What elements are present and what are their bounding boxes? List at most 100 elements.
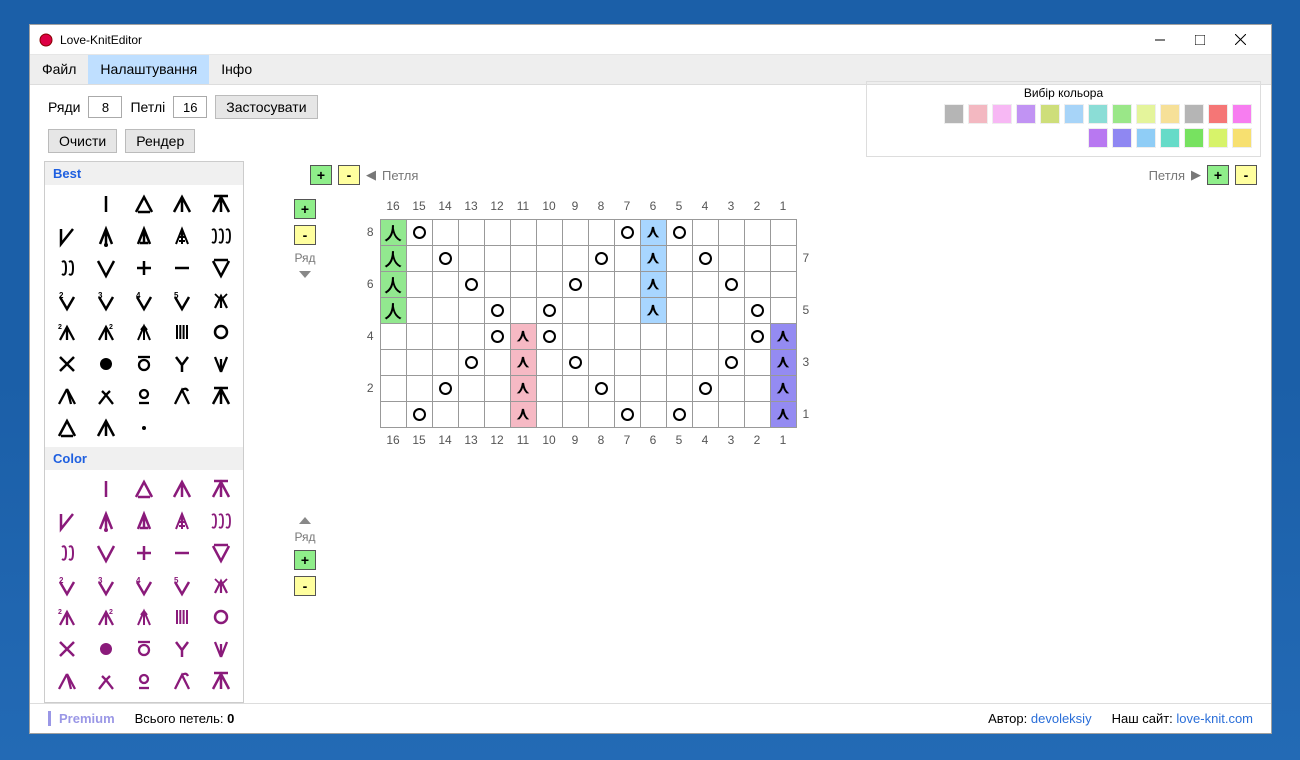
grid-cell[interactable]: 人 — [380, 271, 406, 297]
color-swatch[interactable] — [1040, 104, 1060, 124]
grid-cell[interactable] — [510, 219, 536, 245]
grid-cell[interactable] — [614, 245, 640, 271]
palette-glyph[interactable]: 2 — [49, 285, 85, 315]
grid-cell[interactable] — [484, 323, 510, 349]
grid-cell[interactable] — [666, 245, 692, 271]
menu-file[interactable]: Файл — [30, 55, 88, 84]
grid-cell[interactable] — [614, 219, 640, 245]
grid-cell[interactable] — [536, 297, 562, 323]
grid-cell[interactable] — [562, 323, 588, 349]
palette-glyph[interactable] — [87, 474, 123, 504]
grid-cell[interactable]: ⋏ — [510, 401, 536, 427]
author-link[interactable]: devoleksiy — [1031, 711, 1092, 726]
grid-cell[interactable] — [640, 349, 666, 375]
grid-cell[interactable] — [744, 297, 770, 323]
grid-cell[interactable] — [406, 349, 432, 375]
grid-cell[interactable] — [614, 401, 640, 427]
palette-glyph[interactable] — [126, 538, 162, 568]
loop-add-right[interactable]: + — [1207, 165, 1229, 185]
apply-button[interactable]: Застосувати — [215, 95, 317, 119]
color-swatch[interactable] — [1208, 128, 1228, 148]
grid-cell[interactable] — [744, 375, 770, 401]
palette-glyph[interactable] — [203, 570, 239, 600]
grid-cell[interactable]: ⋏ — [510, 349, 536, 375]
grid-cell[interactable] — [718, 297, 744, 323]
palette-glyph[interactable] — [203, 413, 239, 443]
grid-cell[interactable] — [562, 297, 588, 323]
palette-glyph[interactable] — [126, 189, 162, 219]
grid-cell[interactable] — [484, 349, 510, 375]
grid-cell[interactable] — [588, 401, 614, 427]
grid-cell[interactable]: ⋏ — [510, 375, 536, 401]
grid-cell[interactable] — [640, 375, 666, 401]
loops-input[interactable] — [173, 96, 207, 118]
grid-cell[interactable] — [484, 219, 510, 245]
palette-glyph[interactable] — [87, 381, 123, 411]
grid-cell[interactable] — [666, 323, 692, 349]
palette-glyph[interactable]: 3 — [87, 285, 123, 315]
palette-glyph[interactable] — [126, 506, 162, 536]
palette-glyph[interactable] — [49, 474, 85, 504]
palette-glyph[interactable] — [203, 538, 239, 568]
grid-cell[interactable] — [562, 349, 588, 375]
grid-cell[interactable] — [614, 323, 640, 349]
grid-cell[interactable] — [692, 375, 718, 401]
palette-glyph[interactable] — [203, 285, 239, 315]
palette-glyph[interactable] — [49, 666, 85, 696]
grid-cell[interactable] — [536, 271, 562, 297]
grid-cell[interactable]: 人 — [380, 219, 406, 245]
grid-cell[interactable] — [614, 375, 640, 401]
grid-cell[interactable] — [510, 271, 536, 297]
rows-input[interactable] — [88, 96, 122, 118]
palette-glyph[interactable]: 5 — [164, 285, 200, 315]
grid-cell[interactable] — [692, 401, 718, 427]
loop-remove-right[interactable]: - — [1235, 165, 1257, 185]
palette-glyph[interactable] — [203, 253, 239, 283]
grid-cell[interactable] — [718, 219, 744, 245]
palette-glyph[interactable] — [164, 474, 200, 504]
color-swatch[interactable] — [1136, 128, 1156, 148]
palette-glyph[interactable] — [49, 506, 85, 536]
palette-glyph[interactable] — [126, 221, 162, 251]
color-swatch[interactable] — [1208, 104, 1228, 124]
grid-cell[interactable] — [666, 297, 692, 323]
palette-glyph[interactable] — [126, 666, 162, 696]
grid-cell[interactable] — [484, 375, 510, 401]
row-remove-bottom[interactable]: - — [294, 576, 316, 596]
grid-cell[interactable] — [380, 401, 406, 427]
color-swatch[interactable] — [1136, 104, 1156, 124]
grid-cell[interactable] — [588, 297, 614, 323]
grid-cell[interactable]: ⋏ — [640, 297, 666, 323]
grid-cell[interactable] — [692, 219, 718, 245]
grid-cell[interactable] — [744, 245, 770, 271]
palette-glyph[interactable] — [126, 381, 162, 411]
grid-cell[interactable] — [458, 349, 484, 375]
grid-cell[interactable] — [692, 349, 718, 375]
grid-cell[interactable] — [744, 271, 770, 297]
grid-cell[interactable]: 人 — [380, 297, 406, 323]
grid-cell[interactable] — [614, 271, 640, 297]
grid-cell[interactable] — [666, 271, 692, 297]
palette-glyph[interactable]: 2 — [49, 570, 85, 600]
grid-cell[interactable] — [432, 219, 458, 245]
palette-glyph[interactable] — [164, 666, 200, 696]
color-swatch[interactable] — [1232, 128, 1252, 148]
palette-glyph[interactable] — [126, 317, 162, 347]
palette-glyph[interactable] — [126, 253, 162, 283]
grid-cell[interactable] — [588, 219, 614, 245]
grid-cell[interactable] — [432, 245, 458, 271]
palette-glyph[interactable] — [203, 602, 239, 632]
grid-cell[interactable] — [588, 323, 614, 349]
palette-glyph[interactable] — [164, 538, 200, 568]
grid-cell[interactable]: ⋏ — [640, 245, 666, 271]
color-swatch[interactable] — [1184, 104, 1204, 124]
grid-cell[interactable]: ⋏ — [770, 401, 796, 427]
palette-glyph[interactable] — [49, 349, 85, 379]
grid-cell[interactable]: ⋏ — [640, 271, 666, 297]
grid-cell[interactable]: ⋏ — [640, 219, 666, 245]
stitch-palette[interactable]: Best 234522 Color 234522 — [44, 161, 244, 703]
row-add-bottom[interactable]: + — [294, 550, 316, 570]
grid-cell[interactable] — [536, 349, 562, 375]
grid-cell[interactable] — [406, 219, 432, 245]
palette-glyph[interactable] — [164, 189, 200, 219]
